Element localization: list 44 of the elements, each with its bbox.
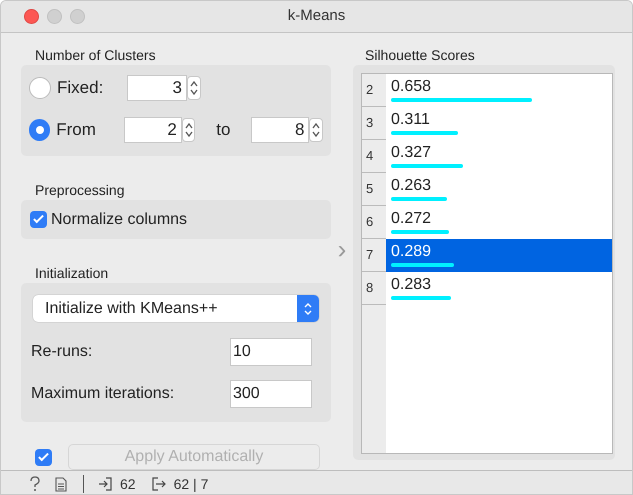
help-icon[interactable] [29,476,41,492]
number-field[interactable]: 8 [251,117,310,143]
field-label: Maximum iterations: [31,384,176,404]
row-number: 3 [362,107,386,140]
score-cell[interactable]: 0.311 [386,107,612,140]
option-label: From [56,119,97,142]
row-number: 5 [362,173,386,206]
checkbox-label: Normalize columns [51,210,188,230]
number-field[interactable]: 3 [127,75,187,101]
input-field[interactable]: 300 [230,380,312,408]
score-cell[interactable]: 0.272 [386,206,612,239]
document-icon[interactable] [55,476,67,492]
dropdown[interactable]: Initialize with KMeans++ [33,295,319,322]
input-icon [98,477,112,491]
dropdown-arrows-icon [297,295,319,322]
group-title: Preprocessing [34,181,126,200]
input-count: 62 [120,474,136,494]
score-cell[interactable]: 0.283 [386,272,612,305]
row-number: 4 [362,140,386,173]
window-title: k-Means [288,6,346,26]
stepper-arrows[interactable] [309,118,323,142]
group-title: Number of Clusters [34,46,157,65]
group-title: Initialization [34,264,110,283]
score-cell[interactable]: 0.658 [386,74,612,107]
radio-button[interactable] [29,119,50,141]
output-icon [152,477,166,491]
radio-button[interactable] [29,77,51,99]
number-field[interactable]: 2 [124,117,182,143]
score-cell[interactable]: 0.263 [386,173,612,206]
row-number: 2 [362,74,386,107]
row-number: 6 [362,206,386,239]
score-cell[interactable]: 0.289 [386,239,612,272]
stepper-arrows[interactable] [182,118,196,142]
to-label: to [215,119,232,142]
input-field[interactable]: 10 [230,338,312,366]
row-number: 8 [362,272,386,305]
stepper-arrows[interactable] [187,76,201,100]
score-cell[interactable]: 0.327 [386,140,612,173]
group-title: Silhouette Scores [364,46,476,65]
field-label: Re-runs: [31,342,94,362]
option-label: Fixed: [57,77,104,100]
close-button[interactable] [24,9,39,24]
checkbox[interactable] [30,211,47,228]
output-count: 62 | 7 [174,474,208,494]
